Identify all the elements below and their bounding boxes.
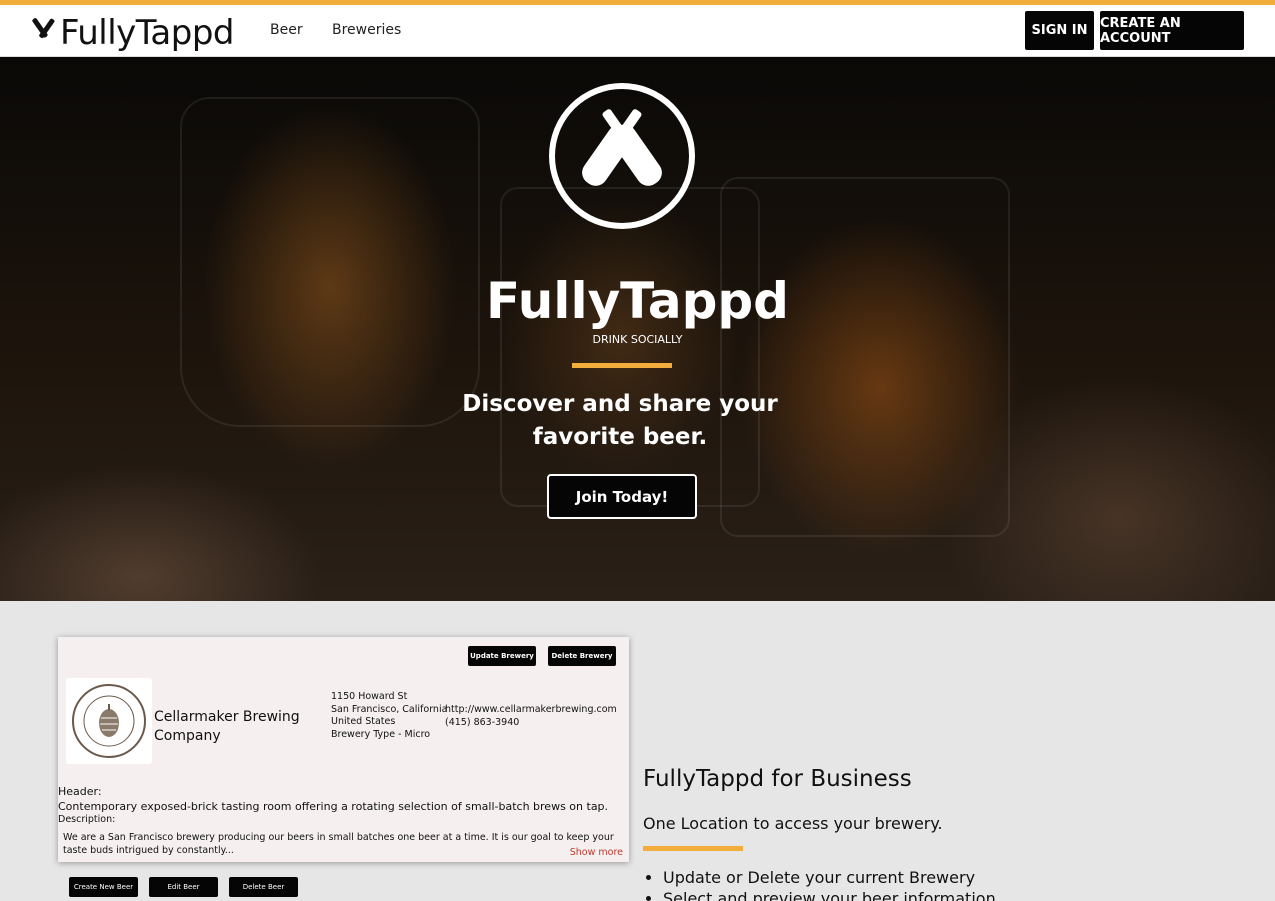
hero-divider bbox=[572, 363, 672, 368]
hero-logo-icon bbox=[549, 83, 695, 229]
brewery-name: Cellarmaker Brewing Company bbox=[154, 709, 300, 744]
hero-tagline: DRINK SOCIALLY bbox=[592, 333, 683, 346]
address-line: United States bbox=[331, 716, 396, 727]
nav-link-breweries[interactable]: Breweries bbox=[332, 22, 401, 38]
cellarmaker-seal-icon bbox=[72, 684, 146, 758]
create-new-beer-button[interactable]: Create New Beer bbox=[69, 877, 138, 897]
brewery-website[interactable]: http://www.cellarmakerbrewing.com bbox=[445, 704, 617, 717]
hero-bg-glass-right bbox=[720, 177, 1010, 537]
delete-beer-button[interactable]: Delete Beer bbox=[229, 877, 298, 897]
header-label: Header: bbox=[58, 785, 102, 798]
list-item: Update or Delete your current Brewery bbox=[663, 867, 996, 888]
delete-brewery-button[interactable]: Delete Brewery bbox=[548, 646, 616, 666]
business-feature-list: Update or Delete your current Brewery Se… bbox=[663, 867, 996, 901]
list-item: Select and preview your beer information bbox=[663, 888, 996, 901]
crossed-bottles-icon bbox=[32, 18, 55, 39]
brewery-logo bbox=[66, 678, 152, 764]
brewery-contact: http://www.cellarmakerbrewing.com (415) … bbox=[445, 704, 617, 729]
description-text: We are a San Francisco brewery producing… bbox=[63, 832, 614, 856]
hero-banner: FullyTappd DRINK SOCIALLY Discover and s… bbox=[0, 57, 1275, 601]
brewery-type: Brewery Type - Micro bbox=[331, 728, 431, 740]
edit-beer-button[interactable]: Edit Beer bbox=[149, 877, 218, 897]
brand-logo-link[interactable]: FullyTappd bbox=[28, 13, 234, 53]
business-section-title: FullyTappd for Business bbox=[643, 766, 912, 792]
address-line: San Francisco, California bbox=[331, 703, 448, 715]
join-today-button[interactable]: Join Today! bbox=[547, 474, 697, 519]
top-nav-bar: FullyTappd Beer Breweries SIGN IN CREATE… bbox=[0, 0, 1275, 57]
hero-lead-text: Discover and share your favorite beer. bbox=[462, 391, 778, 450]
hero-bg-glass-center bbox=[500, 187, 760, 507]
hero-title: FullyTappd bbox=[486, 272, 789, 330]
header-text: Contemporary exposed-brick tasting room … bbox=[58, 800, 609, 813]
show-more-link[interactable]: Show more bbox=[570, 847, 623, 858]
nav-link-beer[interactable]: Beer bbox=[270, 22, 303, 38]
hero-bg-glass-left bbox=[180, 97, 480, 427]
address-line: 1150 Howard St bbox=[331, 691, 408, 702]
brewery-phone: (415) 863-3940 bbox=[445, 716, 520, 728]
brand-name: FullyTappd bbox=[60, 13, 234, 53]
update-brewery-button[interactable]: Update Brewery bbox=[468, 646, 536, 666]
create-account-button[interactable]: CREATE AN ACCOUNT bbox=[1100, 11, 1244, 50]
business-divider bbox=[643, 846, 743, 851]
brewery-preview-card: Update Brewery Delete Brewery Cellarmake… bbox=[58, 637, 629, 862]
brewery-address: 1150 Howard St San Francisco, California… bbox=[331, 691, 447, 741]
sign-in-button[interactable]: SIGN IN bbox=[1025, 11, 1094, 50]
description-label: Description: bbox=[58, 814, 116, 825]
business-section-subtitle: One Location to access your brewery. bbox=[643, 814, 943, 833]
